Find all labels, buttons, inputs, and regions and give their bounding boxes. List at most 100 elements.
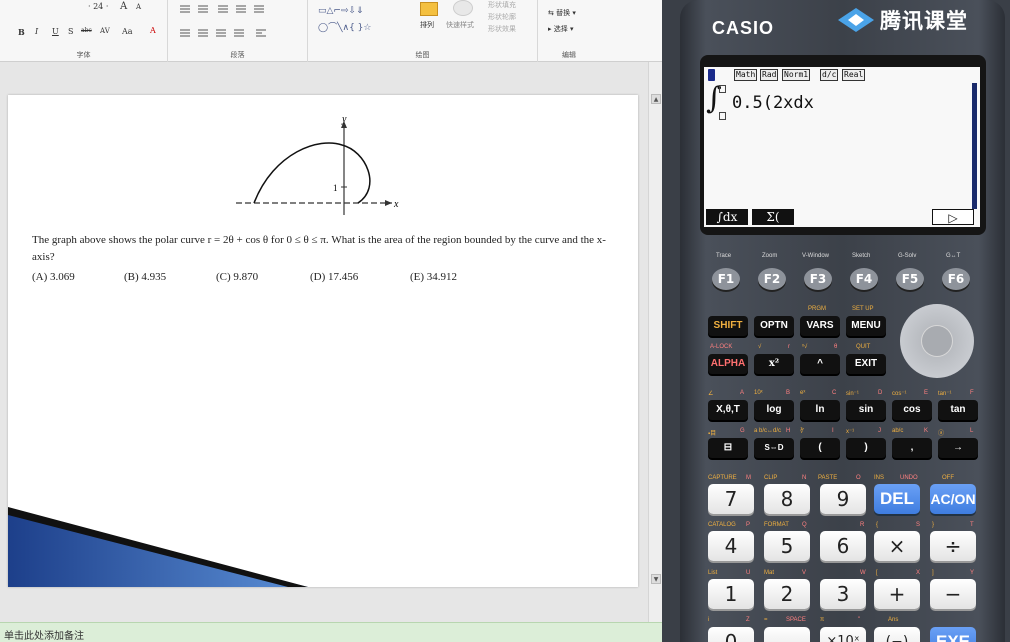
square-key[interactable]: x² — [754, 354, 794, 374]
key-5[interactable]: 5 — [764, 531, 810, 561]
comma-key[interactable]: , — [892, 438, 932, 458]
notes-pane[interactable]: 单击此处添加备注 — [0, 622, 662, 642]
log-key[interactable]: log — [754, 400, 794, 420]
label-i: I — [832, 428, 834, 434]
grow-font-button[interactable]: A — [120, 1, 127, 12]
del-key[interactable]: DEL — [874, 484, 920, 514]
label-y: Y — [970, 570, 975, 576]
exe-key[interactable]: EXE — [930, 627, 976, 642]
bold-button[interactable]: B — [18, 27, 25, 37]
font-group-label: 字体 — [76, 51, 91, 59]
key-0[interactable]: 0 — [708, 627, 754, 642]
choice-b: (B) 4.935 — [124, 271, 167, 283]
quick-styles-button[interactable]: 快速样式 — [446, 20, 474, 30]
decimal-key[interactable]: . — [764, 627, 810, 642]
ac-on-key[interactable]: AC/ON — [930, 484, 976, 514]
underline-button[interactable]: U — [52, 27, 59, 36]
negative-key[interactable]: (−) — [874, 627, 920, 642]
label-ans: Ans — [888, 617, 899, 623]
quick-styles-icon[interactable] — [453, 0, 473, 16]
cos-key[interactable]: cos — [892, 400, 932, 420]
key-4[interactable]: 4 — [708, 531, 754, 561]
divide-key[interactable]: ÷ — [930, 531, 976, 561]
optn-key[interactable]: OPTN — [754, 316, 794, 336]
replace-button[interactable]: ⇆ 替换 ▾ — [548, 8, 576, 18]
label-angle: ∠ — [708, 391, 714, 397]
f1-key[interactable]: F1 — [712, 268, 740, 290]
store-key[interactable]: → — [938, 438, 978, 458]
label-off: OFF — [942, 475, 954, 481]
key-1[interactable]: 1 — [708, 579, 754, 609]
sd-key[interactable]: S⇔D — [754, 438, 794, 458]
minus-key[interactable]: − — [930, 579, 976, 609]
f4-key[interactable]: F4 — [850, 268, 878, 290]
label-t: T — [970, 522, 974, 528]
arrange-icon[interactable] — [420, 2, 438, 16]
italic-button[interactable]: I — [35, 27, 38, 36]
label-bracket-open: [ — [876, 570, 878, 576]
select-button[interactable]: ▸ 选择 ▾ — [548, 24, 574, 34]
dpad-control[interactable] — [900, 304, 974, 378]
f2-key[interactable]: F2 — [758, 268, 786, 290]
key-3[interactable]: 3 — [820, 579, 866, 609]
fraction-key[interactable]: ⊟ — [708, 438, 748, 458]
spacing-button[interactable]: AV — [100, 27, 110, 35]
ln-key[interactable]: ln — [800, 400, 840, 420]
label-bracket-close: ] — [932, 570, 934, 576]
choice-c: (C) 9.870 — [216, 271, 259, 283]
polar-curve-graph: y x 1 — [236, 117, 399, 215]
tan-key[interactable]: tan — [938, 400, 978, 420]
shrink-font-button[interactable]: A — [136, 3, 141, 11]
f5-key[interactable]: F5 — [896, 268, 924, 290]
scroll-up-arrow-icon[interactable]: ▲ — [651, 94, 661, 104]
key-8[interactable]: 8 — [764, 484, 810, 514]
key-9[interactable]: 9 — [820, 484, 866, 514]
xthetat-key[interactable]: X,θ,T — [708, 400, 748, 420]
shape-outline-button[interactable]: 形状轮廓 — [488, 12, 516, 22]
power-key[interactable]: ^ — [800, 354, 840, 374]
strike-button[interactable]: abc — [81, 27, 92, 34]
paragraph-icons[interactable] — [178, 2, 298, 42]
label-capture: CAPTURE — [708, 475, 737, 481]
label-n: N — [802, 475, 807, 481]
shapes-gallery-row2[interactable]: ◯⌒╲∧{ }☆ — [318, 20, 371, 33]
notes-placeholder: 单击此处添加备注 — [4, 631, 84, 642]
alpha-key[interactable]: ALPHA — [708, 354, 748, 374]
select-label: 选择 — [553, 25, 568, 33]
shape-fill-button[interactable]: 形状填充 — [488, 0, 516, 10]
multiply-key[interactable]: × — [874, 531, 920, 561]
editing-group: ⇆ 替换 ▾ ▸ 选择 ▾ 编辑 — [538, 0, 600, 62]
key-7[interactable]: 7 — [708, 484, 754, 514]
scroll-down-arrow-icon[interactable]: ▼ — [651, 574, 661, 584]
exit-key[interactable]: EXIT — [846, 354, 886, 374]
choice-a: (A) 3.069 — [32, 271, 75, 283]
f3-key[interactable]: F3 — [804, 268, 832, 290]
slide[interactable]: y x 1 The graph above shows the polar cu… — [8, 95, 638, 587]
shift-key[interactable]: SHIFT — [708, 316, 748, 336]
menu-key[interactable]: MENU — [846, 316, 886, 336]
exp-key[interactable]: ×10ˣ — [820, 627, 866, 642]
sin-key[interactable]: sin — [846, 400, 886, 420]
shapes-gallery-row1[interactable]: ▭△⌐⇨⇩⇓ — [318, 6, 364, 16]
label-quote: " — [858, 617, 861, 623]
key-2[interactable]: 2 — [764, 579, 810, 609]
shadow-button[interactable]: S — [68, 27, 73, 36]
case-button[interactable]: Aa — [122, 27, 133, 36]
label-asin: sin⁻¹ — [846, 391, 859, 397]
key-6[interactable]: 6 — [820, 531, 866, 561]
open-paren-key[interactable]: ( — [800, 438, 840, 458]
label-space: SPACE — [786, 617, 806, 623]
plus-key[interactable]: + — [874, 579, 920, 609]
label-x: X — [916, 570, 921, 576]
label-catalog: CATALOG — [708, 522, 736, 528]
close-paren-key[interactable]: ) — [846, 438, 886, 458]
label-alock: A-LOCK — [710, 344, 733, 350]
font-color-button[interactable]: A — [150, 26, 156, 35]
arrange-button[interactable]: 排列 — [420, 20, 434, 30]
font-size-box[interactable]: · 24 · — [88, 2, 108, 11]
label-d: D — [878, 390, 883, 396]
vertical-scrollbar[interactable]: ▲ ▼ — [648, 62, 662, 622]
shape-effects-button[interactable]: 形状效果 — [488, 24, 516, 34]
f6-key[interactable]: F6 — [942, 268, 970, 290]
vars-key[interactable]: VARS — [800, 316, 840, 336]
